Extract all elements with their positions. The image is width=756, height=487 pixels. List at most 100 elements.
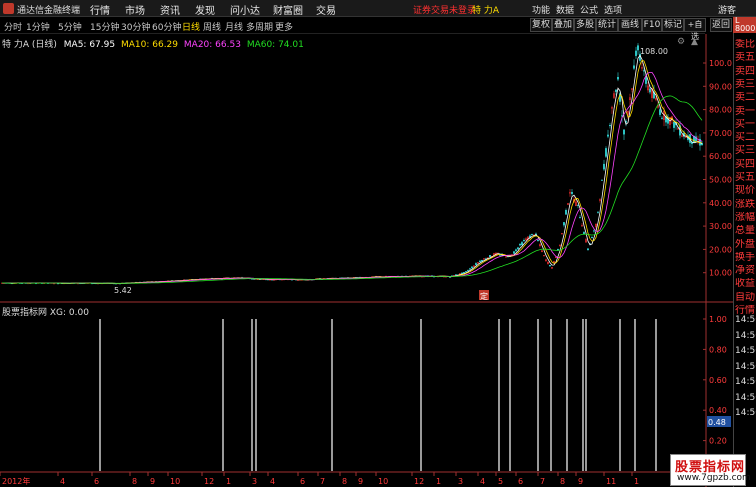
menu-data[interactable]: 数据 [556,3,574,16]
period-intraday[interactable]: 分时 [4,20,22,33]
quote-field-0: 委比 [735,39,755,50]
user-guest[interactable]: 游客 [718,3,736,16]
date-label: 10 [378,477,388,486]
candle-body [523,239,525,242]
price-label: 40.00 [709,199,732,208]
candle-body [673,121,675,128]
date-label: 12 [204,477,214,486]
candle-body [649,88,651,93]
candle-body [583,232,585,235]
menu-trade[interactable]: 交易 [316,2,336,17]
price-label: 90.00 [709,82,732,91]
app-title: 通达信金融终端 [17,6,81,16]
quote-field-5: 卖一 [735,105,755,117]
candle-body [463,272,465,274]
tick-time: 14:56 [735,392,756,403]
menu-ask-xiaoda[interactable]: 问小达 [230,2,260,17]
date-axis-labels: 2012年 4 6 8 9 10 12 1 3 4 6 7 8 9 10 12 1 3 4 5 6 7 8 9 11 1 [0,472,639,486]
price-label: 20.00 [709,245,732,254]
adjust-button[interactable]: 复权 [530,18,552,32]
price-label: 10.00 [709,269,732,278]
menu-market-quotes[interactable]: 行情 [90,2,110,17]
menu-discover[interactable]: 发现 [195,2,215,17]
quote-field-4: 卖二 [735,92,755,104]
chart-settings-icons: ⚙ ▲ [677,37,698,47]
f10-button[interactable]: F10 [642,18,662,32]
period-60min[interactable]: 60分钟 [152,20,181,33]
period-weekly[interactable]: 周线 [203,20,221,33]
indicator-label: 0.20 [709,437,727,446]
quote-field-10: 买五 [735,172,755,183]
back-button[interactable]: 返回 [710,18,732,32]
quote-field-6: 买一 [735,118,755,130]
candle-body [645,77,647,84]
current-value: 0.48 [708,418,726,427]
statistics-button[interactable]: 统计 [596,18,618,32]
overlay-button[interactable]: 叠加 [552,18,574,32]
quote-field-15: 外盘 [735,238,755,250]
chart-toolbar: 复权 叠加 多股 统计 画线 F10 标记 +自选 [528,17,708,41]
date-label: 1 [226,477,231,486]
menu-news[interactable]: 资讯 [160,2,180,17]
date-label: 6 [94,477,99,486]
multi-stock-button[interactable]: 多股 [574,18,596,32]
watermark-logo: 股票指标网 www.7gpzb.com [670,454,751,486]
watermark-url: www.7gpzb.com [677,473,751,483]
xg-signal-lines [99,319,657,471]
draw-line-button[interactable]: 画线 [618,18,642,32]
candle-body [469,268,471,270]
price-label: 100.0 [709,59,732,68]
date-label: 3 [458,477,463,486]
menu-formula[interactable]: 公式 [580,3,598,16]
candle-body [571,192,573,194]
quote-field-1: 卖五 [735,52,755,64]
mark-button[interactable]: 标记 [662,18,684,32]
candle-body [517,247,519,250]
panel-corner: L 8000 [733,16,756,33]
candlesticks [1,43,703,285]
date-label: 8 [342,477,347,486]
date-label: 12 [414,477,424,486]
chart-area[interactable]: 100.0 90.00 80.00 70.00 60.00 50.00 40.00 30.00… [0,34,733,487]
period-daily[interactable]: 日线 [182,20,200,33]
date-label: 2012年 [2,476,30,486]
date-label: 9 [150,477,155,486]
indicator-label: 0.60 [709,376,727,385]
period-5min[interactable]: 5分钟 [58,20,82,33]
menu-wealth-circle[interactable]: 财富圈 [273,2,303,17]
quote-field-7: 买二 [735,132,755,144]
period-monthly[interactable]: 月线 [225,20,243,33]
menu-market[interactable]: 市场 [125,2,145,17]
menu-functions[interactable]: 功能 [532,3,550,16]
menu-bar: 通达信金融终端 行情 市场 资讯 发现 问小达 财富圈 交易 证券交易未登录 特… [0,0,756,17]
candle-body [637,45,639,51]
candle-body [609,125,611,127]
quote-field-18: 收益 [735,278,755,290]
candle-body [623,129,625,135]
candle-body [531,233,533,235]
price-label: 50.00 [709,176,732,185]
candle-body [601,179,603,181]
menu-options[interactable]: 选项 [604,3,622,16]
candle-body [607,134,609,137]
period-15min[interactable]: 15分钟 [90,20,119,33]
period-1min[interactable]: 1分钟 [26,20,50,33]
period-more[interactable]: 更多 [275,20,293,33]
candle-body [465,271,467,273]
current-stock-name: 特 力A [472,6,500,16]
candle-body [519,243,521,246]
add-favorite-button[interactable]: +自选 [684,18,706,41]
ma5-line [2,54,703,284]
candle-body [467,270,469,272]
login-warning[interactable]: 证券交易未登录 [413,3,476,16]
candle-body [615,89,617,92]
candle-body [505,256,507,258]
candle-body [593,230,595,232]
date-label: 9 [578,477,583,486]
quote-field-11: 现价 [735,185,755,197]
candle-body [635,50,637,56]
candle-body [587,248,589,251]
period-multi[interactable]: 多周期 [246,20,273,33]
period-30min[interactable]: 30分钟 [121,20,150,33]
candle-body [479,260,481,263]
